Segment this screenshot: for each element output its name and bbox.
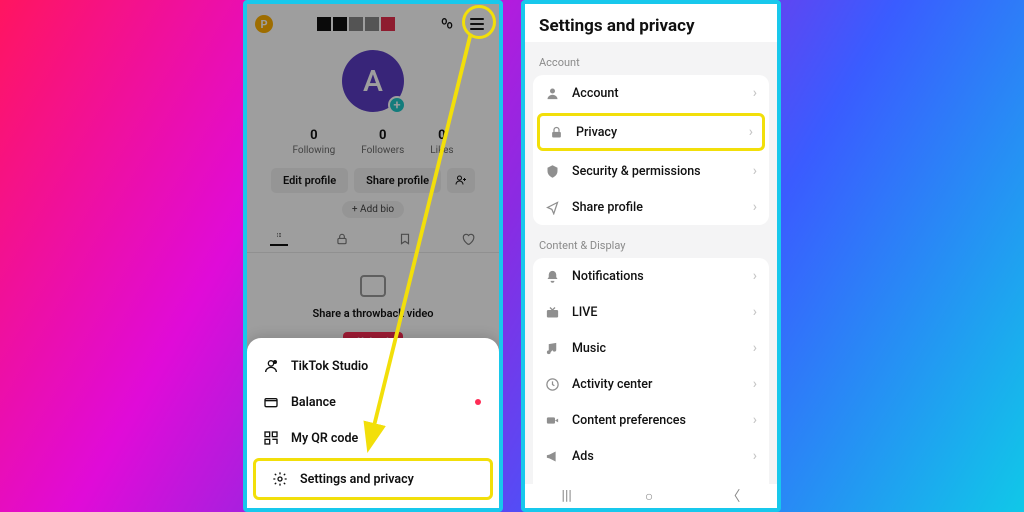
phone-profile: P A + 0 Following 0 Followers	[243, 0, 503, 512]
music-icon	[545, 341, 560, 356]
share-icon	[545, 200, 560, 215]
chevron-right-icon: ›	[753, 268, 757, 284]
studio-icon	[263, 358, 279, 374]
row-account[interactable]: Account ›	[533, 75, 769, 111]
chevron-right-icon: ›	[753, 85, 757, 101]
chevron-right-icon: ›	[753, 448, 757, 464]
clock-icon	[545, 377, 560, 392]
row-notifications[interactable]: Notifications ›	[533, 258, 769, 294]
add-bio-button[interactable]: + Add bio	[342, 201, 404, 218]
annotation-circle	[462, 5, 496, 39]
sheet-item-label: My QR code	[291, 431, 358, 446]
live-icon	[545, 305, 560, 320]
page-title: Settings and privacy	[525, 4, 777, 42]
throwback-caption: Share a throwback video	[313, 307, 434, 320]
row-ads[interactable]: Ads ›	[533, 438, 769, 474]
edit-profile-button[interactable]: Edit profile	[271, 168, 348, 193]
chevron-right-icon: ›	[753, 412, 757, 428]
person-icon	[545, 86, 560, 101]
stat-likes[interactable]: 0 Likes	[430, 128, 453, 156]
row-content-prefs[interactable]: Content preferences ›	[533, 402, 769, 438]
add-friend-button[interactable]	[447, 168, 475, 193]
bell-icon	[545, 269, 560, 284]
tab-lock-icon[interactable]	[333, 232, 351, 246]
chevron-right-icon: ›	[753, 304, 757, 320]
qr-icon	[263, 430, 279, 446]
lock-icon	[549, 125, 564, 140]
shield-icon	[545, 164, 560, 179]
nav-back-icon[interactable]: 〈	[726, 486, 740, 506]
row-privacy[interactable]: Privacy ›	[537, 113, 765, 151]
nav-home-icon[interactable]: ○	[645, 488, 653, 505]
section-account-label: Account	[525, 42, 777, 75]
sheet-item-settings[interactable]: Settings and privacy	[253, 458, 493, 500]
system-nav-bar: ||| ○ 〈	[525, 484, 777, 508]
chevron-right-icon: ›	[753, 163, 757, 179]
row-music[interactable]: Music ›	[533, 330, 769, 366]
chevron-right-icon: ›	[749, 124, 753, 140]
sheet-item-label: Settings and privacy	[300, 472, 414, 487]
share-profile-button[interactable]: Share profile	[354, 168, 441, 193]
megaphone-icon	[545, 449, 560, 464]
sheet-item-label: TikTok Studio	[291, 359, 368, 374]
wallet-icon	[263, 394, 279, 410]
sheet-item-label: Balance	[291, 395, 336, 410]
chevron-right-icon: ›	[753, 376, 757, 392]
sheet-item-balance[interactable]: Balance	[247, 384, 499, 420]
tab-feed-icon[interactable]	[270, 232, 288, 246]
profile-tabs	[247, 232, 499, 253]
phone-settings: Settings and privacy Account Account › P…	[521, 0, 781, 512]
row-security[interactable]: Security & permissions ›	[533, 153, 769, 189]
avatar-letter: A	[363, 64, 383, 99]
avatar[interactable]: A +	[342, 50, 404, 112]
chevron-right-icon: ›	[753, 340, 757, 356]
section-content-label: Content & Display	[525, 225, 777, 258]
account-card: Account › Privacy › Security & permissio…	[533, 75, 769, 225]
sheet-item-tiktok-studio[interactable]: TikTok Studio	[247, 348, 499, 384]
stat-following[interactable]: 0 Following	[292, 128, 335, 156]
gear-icon	[272, 471, 288, 487]
nav-recent-icon[interactable]: |||	[562, 488, 572, 504]
stat-followers[interactable]: 0 Followers	[361, 128, 404, 156]
coin-icon[interactable]: P	[255, 15, 273, 33]
footprints-icon[interactable]	[439, 16, 455, 32]
row-live[interactable]: LIVE ›	[533, 294, 769, 330]
notification-dot	[475, 399, 481, 405]
profile-screen: P A + 0 Following 0 Followers	[247, 4, 499, 364]
tab-bookmark-icon[interactable]	[396, 232, 414, 246]
add-avatar-icon[interactable]: +	[388, 96, 406, 114]
content-card: Notifications › LIVE › Music › Activity …	[533, 258, 769, 508]
sheet-item-qr[interactable]: My QR code	[247, 420, 499, 456]
chevron-right-icon: ›	[753, 199, 757, 215]
username-redacted	[317, 17, 395, 31]
stats-row: 0 Following 0 Followers 0 Likes	[247, 128, 499, 156]
menu-bottom-sheet: TikTok Studio Balance My QR code Setting…	[247, 338, 499, 508]
row-share-profile[interactable]: Share profile ›	[533, 189, 769, 225]
row-activity[interactable]: Activity center ›	[533, 366, 769, 402]
image-placeholder-icon	[360, 275, 386, 297]
tab-heart-icon[interactable]	[459, 232, 477, 246]
video-icon	[545, 413, 560, 428]
